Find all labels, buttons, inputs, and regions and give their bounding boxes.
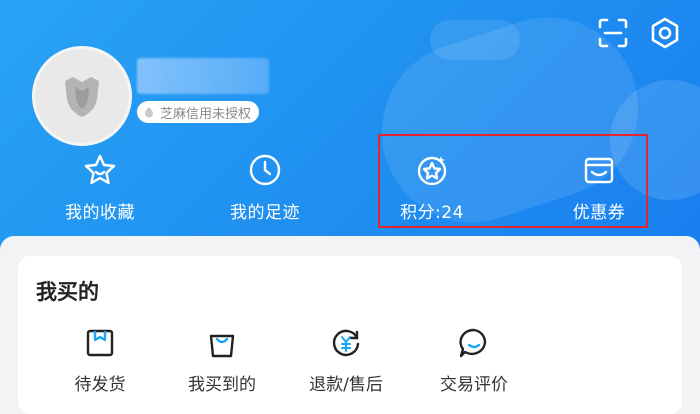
refund-aftersales-label: 退款/售后 — [309, 375, 383, 395]
my-favorites-label: 我的收藏 — [65, 203, 135, 223]
refund-icon — [332, 329, 360, 357]
settings-icon[interactable] — [648, 16, 682, 50]
card-title: 我买的 — [36, 280, 99, 304]
my-favorites-button[interactable]: 我的收藏 — [40, 152, 160, 232]
transaction-review-button[interactable]: 交易评价 — [414, 326, 534, 395]
username-blurred — [137, 58, 269, 94]
star-icon — [84, 154, 116, 185]
avatar[interactable] — [32, 46, 132, 146]
profile-header: 芝麻信用未授权 我的收藏 我的足迹 积分:24 优惠券 — [0, 0, 700, 250]
credit-badge-label: 芝麻信用未授权 — [160, 106, 252, 122]
highlight-box — [378, 134, 648, 228]
purchased-button[interactable]: 我买到的 — [162, 326, 282, 395]
pending-shipment-label: 待发货 — [74, 375, 126, 395]
my-purchases-card: 我买的 待发货 我买到的 退款/售后 交易评价 — [18, 256, 682, 414]
bag-icon — [209, 334, 235, 358]
sesame-credit-icon — [145, 107, 153, 118]
refund-aftersales-button[interactable]: 退款/售后 — [286, 326, 406, 395]
background-decoration — [430, 20, 520, 60]
my-footprints-button[interactable]: 我的足迹 — [205, 152, 325, 232]
review-icon — [459, 328, 487, 358]
clock-icon — [249, 154, 281, 186]
my-footprints-label: 我的足迹 — [230, 203, 300, 223]
scan-icon[interactable] — [596, 16, 630, 50]
purchased-label: 我买到的 — [188, 375, 256, 395]
box-icon — [86, 329, 114, 357]
credit-badge[interactable]: 芝麻信用未授权 — [137, 101, 260, 123]
pending-shipment-button[interactable]: 待发货 — [40, 326, 160, 395]
default-avatar-icon — [65, 77, 99, 117]
transaction-review-label: 交易评价 — [440, 375, 508, 395]
